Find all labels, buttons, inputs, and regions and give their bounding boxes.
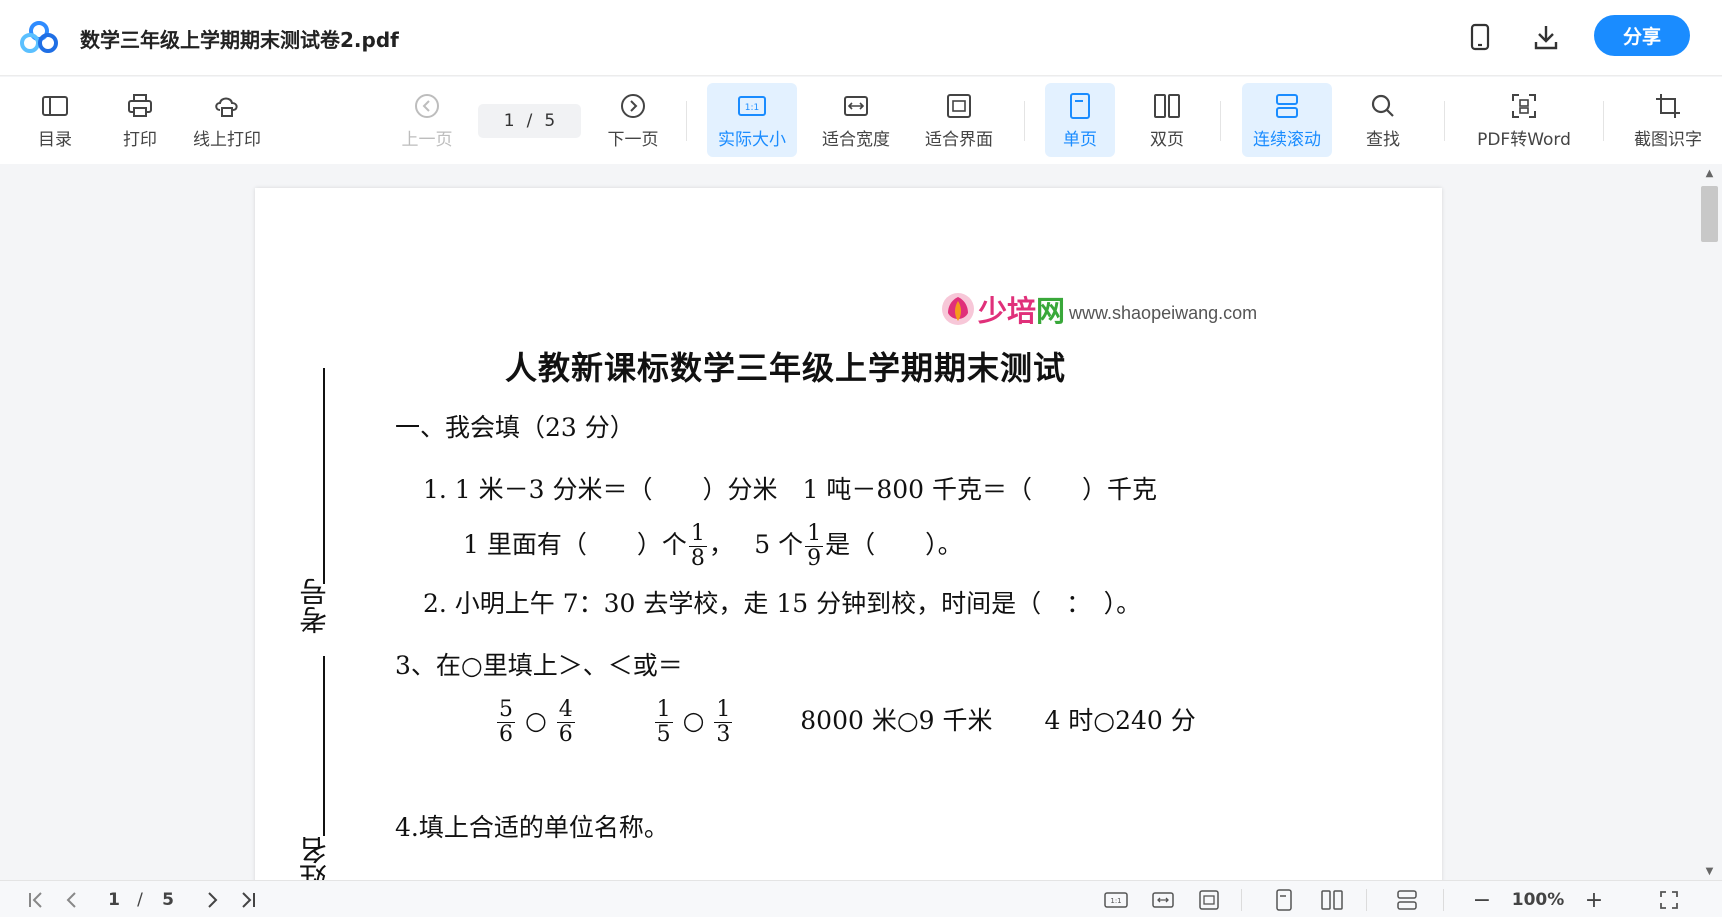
binding-line <box>323 656 325 836</box>
question-1a: 1. 1 米－3 分米＝（ ）分米 1 吨－800 千克＝（ ）千克 <box>423 475 1158 504</box>
pdf-page: 少培网 www.shaopeiwang.com 人教新课标数学三年级上学期期末测… <box>255 188 1442 880</box>
bottom-page-separator: / <box>137 890 143 910</box>
fit-window-small-icon[interactable] <box>1196 887 1222 913</box>
continuous-scroll-button[interactable]: 连续滚动 <box>1242 83 1332 157</box>
last-page-icon[interactable] <box>236 887 260 913</box>
scroll-thumb[interactable] <box>1701 186 1718 242</box>
question-3-items: 56 ○ 46 15 ○ 13 8000 米○9 千米 4 时○240 分 <box>497 697 1196 747</box>
toolbar-divider <box>1603 101 1604 141</box>
zoom-level[interactable]: 100% <box>1505 887 1571 913</box>
fraction: 19 <box>805 521 824 571</box>
status-divider <box>1366 889 1367 911</box>
toolbar: 目录 打印 线上打印 上一页 1 / 5 下一页 1:1 实际大小 适合宽度 适… <box>0 77 1722 164</box>
continuous-scroll-icon <box>1272 91 1302 121</box>
fullscreen-icon[interactable] <box>1656 887 1682 913</box>
question-2: 2. 小明上午 7：30 去学校，走 15 分钟到校，时间是（ ： ）。 <box>423 589 1142 618</box>
online-print-button[interactable]: 线上打印 <box>187 83 267 157</box>
chevron-right-circle-icon <box>618 91 648 121</box>
double-page-button[interactable]: 双页 <box>1132 83 1202 157</box>
fit-width-icon <box>841 91 871 121</box>
actual-size-icon: 1:1 <box>737 91 767 121</box>
exam-title: 人教新课标数学三年级上学期期末测试 <box>505 349 1067 387</box>
binding-line <box>323 368 325 584</box>
name-label: 姓名 <box>298 836 331 880</box>
question-4: 4.填上合适的单位名称。 <box>395 813 669 842</box>
fraction: 15 <box>654 697 673 747</box>
next-page-icon[interactable] <box>200 887 224 913</box>
fit-width-button[interactable]: 适合宽度 <box>814 83 898 157</box>
bottom-page-current[interactable]: 1 <box>104 887 124 913</box>
printer-icon <box>125 91 155 121</box>
fraction: 18 <box>688 521 707 571</box>
zoom-in-button[interactable]: + <box>1582 887 1606 913</box>
fraction: 56 <box>497 697 515 747</box>
find-button[interactable]: 查找 <box>1354 83 1412 157</box>
svg-text:1:1: 1:1 <box>1110 897 1121 905</box>
status-divider <box>1443 889 1444 911</box>
prev-page-icon[interactable] <box>60 887 84 913</box>
question-3: 3、在○里填上＞、＜或＝ <box>395 651 683 680</box>
pdf-convert-icon <box>1509 91 1539 121</box>
pdf-to-word-button[interactable]: PDF转Word <box>1470 83 1578 157</box>
single-page-button[interactable]: 单页 <box>1045 83 1115 157</box>
single-page-small-icon[interactable] <box>1272 887 1296 913</box>
document-viewport[interactable]: 少培网 www.shaopeiwang.com 人教新课标数学三年级上学期期末测… <box>0 164 1722 880</box>
continuous-small-icon[interactable] <box>1394 887 1420 913</box>
prev-page-button[interactable]: 上一页 <box>397 83 457 157</box>
toolbar-divider <box>686 101 687 141</box>
shaopei-logo-icon <box>942 293 974 325</box>
watermark-logo: 少培网 www.shaopeiwang.com <box>940 288 1257 330</box>
mobile-view-icon[interactable] <box>1465 22 1495 52</box>
next-page-button[interactable]: 下一页 <box>602 83 664 157</box>
vertical-scrollbar[interactable]: ▲ ▼ <box>1697 164 1722 880</box>
chevron-left-circle-icon <box>412 91 442 121</box>
share-button[interactable]: 分享 <box>1594 15 1690 56</box>
fit-width-small-icon[interactable] <box>1150 887 1176 913</box>
double-page-small-icon[interactable] <box>1318 887 1346 913</box>
svg-text:1:1: 1:1 <box>745 103 759 113</box>
toc-icon <box>40 91 70 121</box>
search-icon <box>1368 91 1398 121</box>
title-bar: 数学三年级上学期期末测试卷2.pdf 分享 <box>0 0 1722 76</box>
download-icon[interactable] <box>1531 22 1561 52</box>
cloud-print-icon <box>212 91 242 121</box>
section-heading: 一、我会填（23 分） <box>395 413 635 442</box>
fraction: 46 <box>556 697 575 747</box>
bottom-page-total: 5 <box>162 890 174 910</box>
actual-size-small-icon[interactable]: 1:1 <box>1103 887 1129 913</box>
fit-window-icon <box>944 91 974 121</box>
zoom-out-button[interactable]: − <box>1470 887 1494 913</box>
print-button[interactable]: 打印 <box>115 83 165 157</box>
status-bar: 1 / 5 1:1 − 100% + <box>0 880 1722 917</box>
fraction: 13 <box>714 697 733 747</box>
crop-icon <box>1653 91 1683 121</box>
single-page-icon <box>1065 91 1095 121</box>
fit-window-button[interactable]: 适合界面 <box>917 83 1001 157</box>
toc-button[interactable]: 目录 <box>30 83 80 157</box>
toolbar-divider <box>1220 101 1221 141</box>
scroll-down-icon[interactable]: ▼ <box>1697 862 1722 880</box>
status-divider <box>1241 889 1242 911</box>
question-1b: 1 里面有（ ）个 1 8， 5 个 1 9 是（ ）。 <box>463 521 963 571</box>
baidu-netdisk-logo-icon <box>20 21 58 53</box>
page-number-input[interactable]: 1 / 5 <box>478 104 581 138</box>
scroll-up-icon[interactable]: ▲ <box>1697 164 1722 182</box>
toolbar-divider <box>1444 101 1445 141</box>
actual-size-button[interactable]: 1:1 实际大小 <box>707 83 797 157</box>
exam-number-label: 考号 <box>298 578 331 634</box>
document-title: 数学三年级上学期期末测试卷2.pdf <box>80 28 399 52</box>
first-page-icon[interactable] <box>24 887 48 913</box>
ocr-button[interactable]: 截图识字 <box>1622 83 1714 157</box>
toolbar-divider <box>1024 101 1025 141</box>
double-page-icon <box>1152 91 1182 121</box>
